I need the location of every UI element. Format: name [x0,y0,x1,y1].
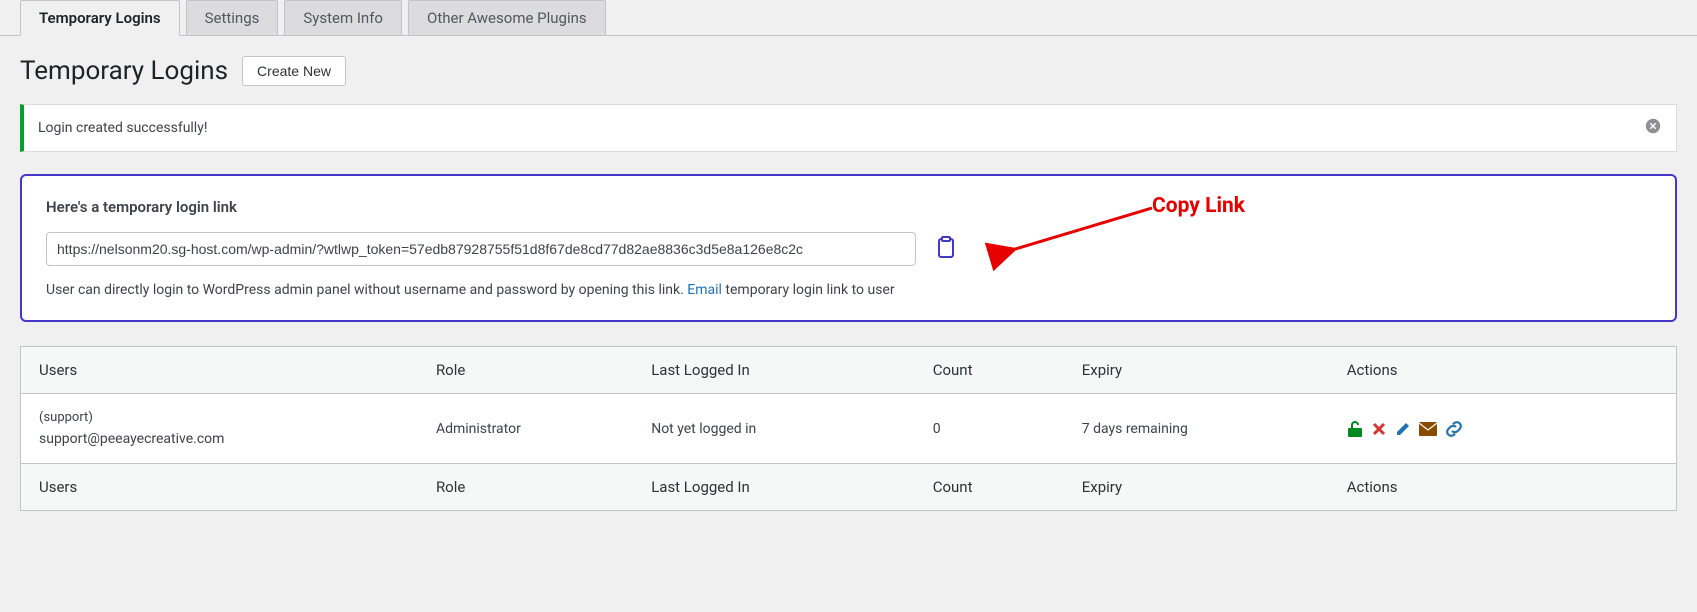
tf-actions: Actions [1329,464,1677,511]
notice-message: Login created successfully! [38,120,207,136]
create-new-button[interactable]: Create New [242,56,346,86]
email-link[interactable]: Email [687,282,722,298]
email-icon[interactable] [1419,422,1437,436]
link-description: User can directly login to WordPress adm… [46,282,1651,298]
unlock-icon[interactable] [1347,420,1363,438]
tab-system-info[interactable]: System Info [284,0,402,35]
temporary-login-link-box: Here's a temporary login link Copy Link … [20,174,1677,322]
user-name: (support) [39,410,400,425]
link-box-title: Here's a temporary login link [46,198,1651,216]
temporary-login-url-input[interactable] [46,232,916,266]
th-last-logged-in: Last Logged In [633,347,915,394]
copy-link-icon[interactable] [1445,420,1463,438]
tab-settings[interactable]: Settings [186,0,279,35]
user-email: support@peeayecreative.com [39,431,400,447]
expiry: 7 days remaining [1064,394,1329,464]
success-notice: Login created successfully! [20,104,1677,152]
tf-role: Role [418,464,633,511]
page-title: Temporary Logins [20,56,228,86]
login-count: 0 [915,394,1064,464]
table-row: (support) support@peeayecreative.com Adm… [21,394,1677,464]
th-actions: Actions [1329,347,1677,394]
edit-icon[interactable] [1395,421,1411,437]
user-role: Administrator [418,394,633,464]
th-count: Count [915,347,1064,394]
th-users: Users [21,347,418,394]
tf-count: Count [915,464,1064,511]
temporary-logins-table: Users Role Last Logged In Count Expiry A… [20,346,1677,511]
delete-icon[interactable] [1371,421,1387,437]
tab-temporary-logins[interactable]: Temporary Logins [20,0,180,36]
last-logged-in: Not yet logged in [633,394,915,464]
nav-tabs: Temporary Logins Settings System Info Ot… [0,0,1697,36]
clipboard-icon[interactable] [936,235,956,263]
tab-other-plugins[interactable]: Other Awesome Plugins [408,0,606,35]
tf-users: Users [21,464,418,511]
tf-last-logged-in: Last Logged In [633,464,915,511]
tf-expiry: Expiry [1064,464,1329,511]
link-desc-after: temporary login link to user [722,282,895,298]
link-desc-before: User can directly login to WordPress adm… [46,282,687,298]
dismiss-icon[interactable] [1644,117,1662,139]
th-expiry: Expiry [1064,347,1329,394]
th-role: Role [418,347,633,394]
